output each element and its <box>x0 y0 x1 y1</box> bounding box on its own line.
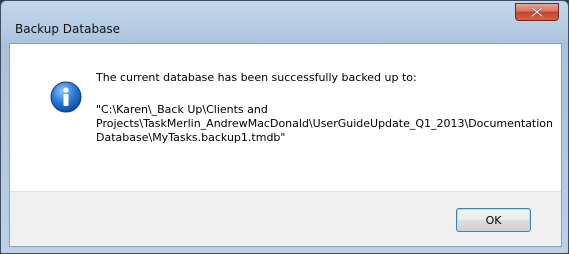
window-title: Backup Database <box>15 22 121 36</box>
message-line: The current database has been successful… <box>96 71 417 84</box>
dialog-window: Backup Database The current database has… <box>0 0 569 254</box>
close-icon <box>531 7 543 17</box>
close-button[interactable] <box>515 3 559 21</box>
message-text: The current database has been successful… <box>96 71 554 145</box>
info-icon <box>50 81 82 113</box>
backup-path-text: "C:\Karen\_Back Up\Clients and Projects\… <box>96 103 554 144</box>
dialog-content: The current database has been successful… <box>9 43 562 247</box>
title-bar[interactable]: Backup Database <box>1 1 568 43</box>
ok-button[interactable]: OK <box>456 208 531 232</box>
